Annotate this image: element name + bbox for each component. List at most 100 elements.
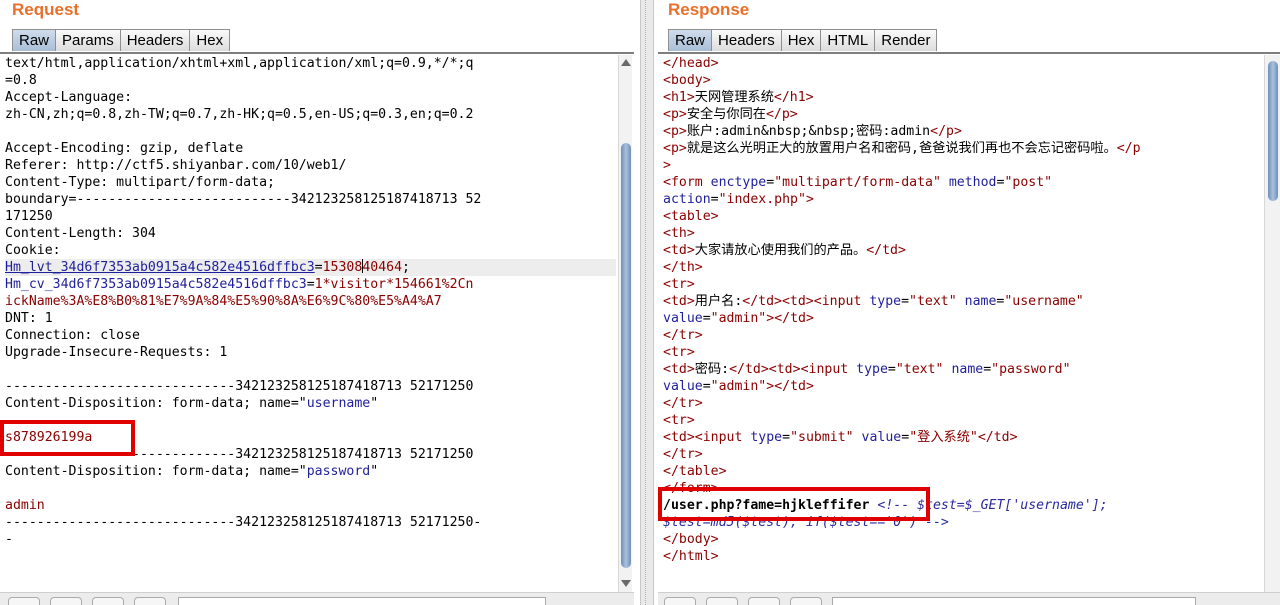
split-pane-divider[interactable] — [640, 0, 654, 605]
tag: <td> — [768, 362, 801, 377]
line: </head> — [663, 56, 719, 71]
scroll-up-icon[interactable] — [621, 59, 631, 66]
line: Content-Disposition: form-data; name="pa… — [5, 463, 616, 480]
tab-render[interactable]: Render — [874, 29, 938, 51]
line: -----------------------------34212325812… — [5, 515, 482, 530]
line: Content-Length: 304 — [5, 226, 156, 241]
tab-raw[interactable]: Raw — [12, 29, 57, 51]
tag: </td> — [742, 294, 782, 309]
help-button[interactable] — [8, 597, 40, 605]
tag: </td> — [977, 430, 1018, 445]
eq: = — [983, 362, 992, 377]
tag: <input — [800, 362, 849, 377]
search-input[interactable] — [832, 597, 1196, 605]
field-name: username — [306, 396, 371, 411]
attr: type — [742, 430, 783, 445]
line: Referer: http://ctf5.shiyanbar.com/10/we… — [5, 158, 347, 173]
line-cookie-lvt: Hm_lvt_34d6f7353ab0915a4c582e4516dffbc3=… — [5, 259, 616, 276]
line: Cookie: — [5, 243, 61, 258]
response-scrollbar[interactable] — [1264, 55, 1280, 593]
line: value="admin"></td> — [663, 310, 1264, 327]
search-input[interactable] — [178, 597, 546, 605]
cd-suffix: " — [370, 464, 379, 479]
line: > — [663, 158, 671, 173]
line: Upgrade-Insecure-Requests: 1 — [5, 345, 228, 360]
previous-button[interactable] — [706, 597, 738, 605]
tab-headers[interactable]: Headers — [711, 29, 782, 51]
text: 账户:admin&nbsp;&nbsp;密码:admin — [686, 124, 931, 139]
val: "password" — [991, 362, 1071, 377]
request-tabs: Raw Params Headers Hex — [12, 29, 231, 52]
cookie-value: 40464 — [362, 260, 403, 275]
attr: value — [853, 430, 902, 445]
next-button[interactable] — [790, 597, 822, 605]
request-editor[interactable]: text/html,application/xhtml+xml,applicat… — [0, 55, 616, 593]
line: <td>用户名:</td><td><input type="text" name… — [663, 293, 1264, 310]
tag: </p> — [930, 124, 962, 139]
response-title: Response — [668, 0, 750, 19]
val: "text" — [895, 362, 944, 377]
line: </th> — [663, 260, 703, 275]
request-scrollbar[interactable] — [618, 55, 632, 593]
attr: method — [940, 175, 997, 190]
tag: </td> — [774, 311, 814, 326]
tab-html[interactable]: HTML — [820, 29, 876, 51]
tab-hex[interactable]: Hex — [780, 29, 822, 51]
tab-params[interactable]: Params — [55, 29, 121, 51]
line — [5, 480, 616, 497]
scroll-thumb[interactable] — [621, 143, 631, 568]
line: -----------------------------34212325812… — [5, 379, 474, 394]
semicolon: ; — [402, 260, 410, 275]
tag: > — [766, 311, 775, 326]
scroll-thumb[interactable] — [1268, 61, 1278, 201]
text: 就是这么光明正大的放置用户名和密码,爸爸说我们再也不会忘记密码啦。 — [686, 141, 1117, 156]
eq: = — [766, 175, 775, 190]
val: "admin" — [710, 311, 767, 326]
tab-raw[interactable]: Raw — [668, 29, 713, 51]
text: 天网管理系统 — [694, 90, 774, 105]
line: Connection: close — [5, 328, 140, 343]
equals: = — [314, 260, 323, 275]
attr: name — [943, 362, 984, 377]
previous-button[interactable] — [50, 597, 82, 605]
request-panel: Request Raw Params Headers Hex text/html… — [0, 0, 634, 605]
line: Accept-Language: — [5, 90, 133, 105]
line: =0.8 — [5, 73, 37, 88]
response-tabs: Raw Headers Hex HTML Render — [668, 29, 938, 52]
tag: </td> — [774, 379, 814, 394]
line: <tr> — [663, 345, 695, 360]
line: DNT: 1 — [5, 311, 53, 326]
line — [5, 361, 616, 378]
tab-headers[interactable]: Headers — [119, 29, 191, 51]
add-button[interactable] — [92, 597, 124, 605]
val: "text" — [909, 294, 957, 309]
attr: enctype — [702, 175, 767, 190]
scroll-down-icon[interactable] — [621, 580, 631, 587]
tab-hex[interactable]: Hex — [189, 29, 231, 51]
tag: <p> — [663, 107, 687, 122]
line: value="admin"></td> — [663, 378, 1264, 395]
tag: <form — [663, 175, 703, 190]
line: <th> — [663, 226, 695, 241]
line: <h1>天网管理系统</h1> — [663, 89, 1264, 106]
field-name: password — [306, 464, 371, 479]
line: <td><input type="submit" value="登入系统"</t… — [663, 429, 1264, 446]
add-button[interactable] — [748, 597, 780, 605]
equals: = — [306, 277, 315, 292]
response-panel: Response Raw Headers Hex HTML Render </h… — [658, 0, 1280, 605]
request-text[interactable]: text/html,application/xhtml+xml,applicat… — [0, 55, 616, 548]
cd-prefix: Content-Disposition: form-data; name=" — [5, 396, 307, 411]
cd-suffix: " — [370, 396, 379, 411]
tag: > — [805, 192, 814, 207]
val: "登入系统" — [909, 430, 978, 445]
next-button[interactable] — [134, 597, 166, 605]
tag: <td> — [663, 294, 695, 309]
tag: </td> — [729, 362, 769, 377]
line: </table> — [663, 464, 727, 479]
tag: <p> — [663, 141, 687, 156]
eq: = — [702, 379, 711, 394]
text: 用户名: — [694, 294, 743, 309]
line: 171250 — [5, 209, 53, 224]
line — [5, 123, 616, 140]
help-button[interactable] — [664, 597, 696, 605]
